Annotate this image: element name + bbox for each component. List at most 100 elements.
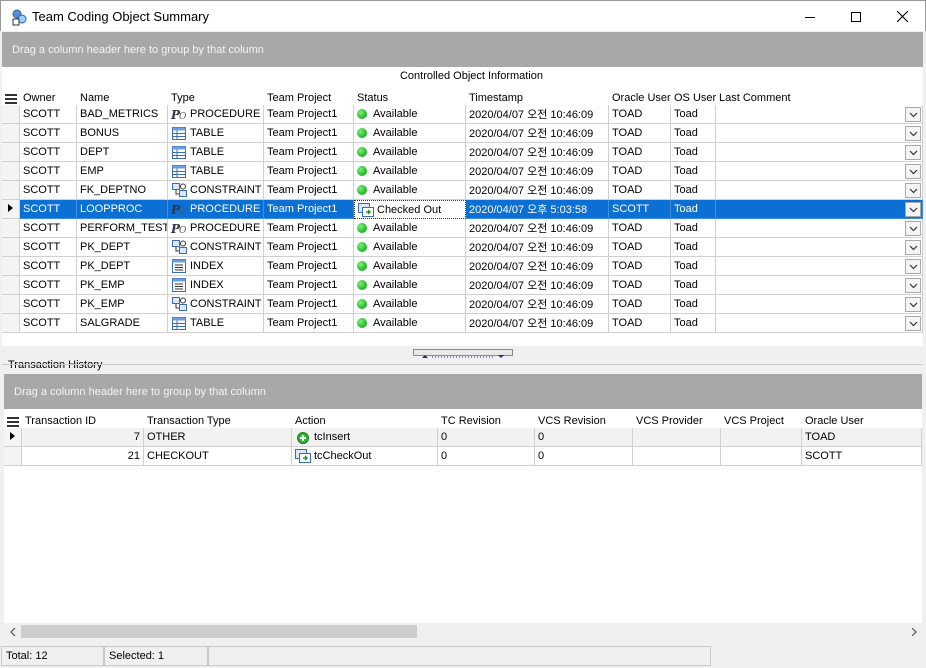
last-comment-cell[interactable] xyxy=(716,219,923,238)
table-row[interactable]: SCOTT SALGRADE TABLE Team Project1 Available… xyxy=(2,314,923,333)
last-comment-cell[interactable] xyxy=(716,257,923,276)
oracle-user-cell: TOAD xyxy=(609,124,671,143)
os-user-cell-text: Toad xyxy=(674,317,698,329)
column-header-vcs-project[interactable]: VCS Project xyxy=(721,410,802,428)
table-row[interactable]: SCOTT EMP TABLE Team Project1 Available 2020/… xyxy=(2,162,923,181)
comment-dropdown-button[interactable] xyxy=(905,221,921,236)
last-comment-cell[interactable] xyxy=(716,162,923,181)
available-icon xyxy=(357,147,367,157)
last-comment-cell[interactable] xyxy=(716,276,923,295)
last-comment-cell[interactable] xyxy=(716,238,923,257)
status-cell: Available xyxy=(354,257,466,276)
comment-dropdown-button[interactable] xyxy=(905,126,921,141)
constraint-icon xyxy=(171,240,187,255)
column-header-vcs-revision[interactable]: VCS Revision xyxy=(535,410,633,428)
table-row[interactable]: 21 CHECKOUT tcCheckOut 0 0 SCOTT xyxy=(4,447,922,466)
table-row[interactable]: SCOTT PK_EMP INDEX Team Project1 Available 20… xyxy=(2,276,923,295)
oracle-user-cell-text: TOAD xyxy=(612,108,643,120)
os-user-cell-text: Toad xyxy=(674,108,698,120)
divider xyxy=(2,364,923,365)
type-cell: P O PROCEDURE xyxy=(168,200,264,219)
transaction-history-title: Transaction History xyxy=(8,359,103,371)
os-user-cell: Toad xyxy=(671,181,716,200)
last-comment-cell[interactable] xyxy=(716,105,923,124)
column-header-type[interactable]: Type xyxy=(168,87,264,105)
column-header-os-user[interactable]: OS User xyxy=(671,87,716,105)
column-header-transaction-type[interactable]: Transaction Type xyxy=(144,410,292,428)
table-icon xyxy=(171,316,187,331)
transaction-type-cell-text: CHECKOUT xyxy=(147,450,209,462)
os-user-cell-text: Toad xyxy=(674,184,698,196)
column-header-name[interactable]: Name xyxy=(77,87,168,105)
column-header-vcs-provider[interactable]: VCS Provider xyxy=(633,410,721,428)
scroll-left-button[interactable] xyxy=(4,623,21,640)
comment-dropdown-button[interactable] xyxy=(905,145,921,160)
timestamp-cell: 2020/04/07 오전 10:46:09 xyxy=(466,238,609,257)
last-comment-cell[interactable] xyxy=(716,314,923,333)
table-row[interactable]: SCOTT LOOPPROC P O PROCEDURE Team Project1 Che… xyxy=(2,200,923,219)
table-row[interactable]: SCOTT BAD_METRICS P O PROCEDURE Team Project1… xyxy=(2,105,923,124)
comment-dropdown-button[interactable] xyxy=(905,183,921,198)
chevron-down-icon xyxy=(909,261,918,273)
group-by-panel[interactable]: Drag a column header here to group by th… xyxy=(2,32,923,67)
available-icon xyxy=(357,109,367,119)
last-comment-cell[interactable] xyxy=(716,181,923,200)
history-column-chooser-button[interactable] xyxy=(4,410,22,428)
oracle-user-cell-text: SCOTT xyxy=(805,450,843,462)
svg-text:O: O xyxy=(179,207,187,215)
table-row[interactable]: 7 OTHER tcInsert 0 0 TOAD xyxy=(4,428,922,447)
history-horizontal-scrollbar[interactable] xyxy=(4,623,922,640)
scroll-right-button[interactable] xyxy=(905,623,922,640)
column-header-oracle-user[interactable]: Oracle User xyxy=(802,410,922,428)
checkout-icon xyxy=(295,449,311,464)
team-project-cell-text: Team Project1 xyxy=(267,127,338,139)
table-row[interactable]: SCOTT PK_DEPT INDEX Team Project1 Available 2… xyxy=(2,257,923,276)
title-bar[interactable]: Team Coding Object Summary xyxy=(0,0,926,31)
team-project-cell: Team Project1 xyxy=(264,238,354,257)
column-header-team-project[interactable]: Team Project xyxy=(264,87,354,105)
name-cell-text: PK_DEPT xyxy=(80,260,131,272)
column-header-action[interactable]: Action xyxy=(292,410,438,428)
row-indicator xyxy=(2,238,20,257)
column-header-timestamp[interactable]: Timestamp xyxy=(466,87,609,105)
last-comment-cell[interactable] xyxy=(716,143,923,162)
last-comment-cell[interactable] xyxy=(716,200,923,219)
column-header-transaction-id[interactable]: Transaction ID xyxy=(22,410,144,428)
procedure-icon: PO xyxy=(171,107,187,122)
oracle-user-cell-text: SCOTT xyxy=(612,203,650,215)
column-header-last-comment[interactable]: Last Comment xyxy=(716,87,923,105)
column-header-status[interactable]: Status xyxy=(354,87,466,105)
table-row[interactable]: SCOTT PK_EMP CONSTRAINT Team Project1 Availa… xyxy=(2,295,923,314)
table-row[interactable]: SCOTT FK_DEPTNO CONSTRAINT Team Project1 Ava… xyxy=(2,181,923,200)
comment-dropdown-button[interactable] xyxy=(905,202,921,217)
table-row[interactable]: SCOTT BONUS TABLE Team Project1 Available 202… xyxy=(2,124,923,143)
insert-icon xyxy=(295,430,311,445)
table-icon xyxy=(171,126,187,141)
comment-dropdown-button[interactable] xyxy=(905,164,921,179)
table-row[interactable]: SCOTT PERFORM_TEST P O PROCEDURE Team Project… xyxy=(2,219,923,238)
scroll-thumb[interactable] xyxy=(21,625,417,638)
comment-dropdown-button[interactable] xyxy=(905,316,921,331)
comment-dropdown-button[interactable] xyxy=(905,240,921,255)
column-header-tc-revision[interactable]: TC Revision xyxy=(438,410,535,428)
column-header-owner[interactable]: Owner xyxy=(20,87,77,105)
maximize-icon xyxy=(851,11,861,22)
splitter-handle[interactable] xyxy=(413,349,513,358)
minimize-button[interactable] xyxy=(787,2,833,31)
comment-dropdown-button[interactable] xyxy=(905,278,921,293)
close-button[interactable] xyxy=(879,2,925,31)
comment-dropdown-button[interactable] xyxy=(905,297,921,312)
status-cell-text: Available xyxy=(373,241,418,253)
last-comment-cell[interactable] xyxy=(716,295,923,314)
name-cell-text: FK_DEPTNO xyxy=(80,184,147,196)
history-group-by-panel[interactable]: Drag a column header here to group by th… xyxy=(4,374,922,409)
vcs-revision-cell: 0 xyxy=(535,447,633,466)
table-row[interactable]: SCOTT PK_DEPT CONSTRAINT Team Project1 Avail… xyxy=(2,238,923,257)
maximize-button[interactable] xyxy=(833,2,879,31)
table-row[interactable]: SCOTT DEPT TABLE Team Project1 Available 2020… xyxy=(2,143,923,162)
last-comment-cell[interactable] xyxy=(716,124,923,143)
column-header-oracle-user[interactable]: Oracle User xyxy=(609,87,671,105)
comment-dropdown-button[interactable] xyxy=(905,259,921,274)
column-chooser-button[interactable] xyxy=(2,87,20,105)
comment-dropdown-button[interactable] xyxy=(905,107,921,122)
